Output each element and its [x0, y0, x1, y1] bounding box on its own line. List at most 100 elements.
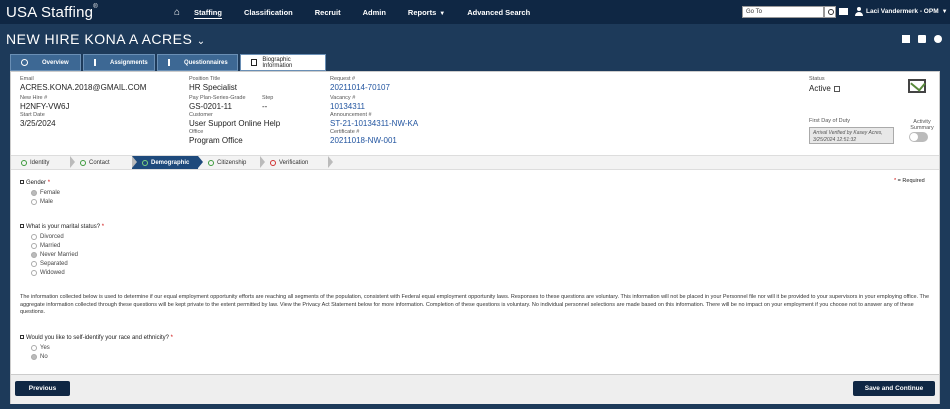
nav-recruit[interactable]: Recruit — [315, 8, 341, 17]
radio-button[interactable] — [31, 354, 37, 360]
form-footer: Previous Save and Continue — [11, 374, 939, 404]
nav-reports[interactable]: Reports ▼ — [408, 8, 445, 17]
list-icon — [94, 59, 96, 66]
briefcase-icon[interactable] — [902, 35, 910, 43]
lock-icon — [20, 224, 24, 229]
record-tabs: Overview Assignments Questionnaires Biog… — [10, 54, 326, 71]
new-hire-number-label: New Hire # — [20, 95, 48, 101]
goto-input[interactable]: Go To — [742, 6, 824, 18]
help-icon[interactable] — [934, 35, 942, 43]
globe-icon — [21, 59, 28, 66]
first-day-of-duty-label: First Day of Duty — [809, 118, 850, 124]
step-verification[interactable]: Verification — [260, 156, 333, 169]
marital-status-question: What is your marital status? * — [20, 224, 104, 230]
radio-button[interactable] — [31, 243, 37, 249]
vacancy-link[interactable]: 10134311 — [330, 102, 365, 111]
email-label: Email — [20, 76, 34, 82]
request-link[interactable]: 20211014-70107 — [330, 83, 390, 92]
edit-icon — [251, 59, 258, 66]
radio-button[interactable] — [31, 270, 37, 276]
step-citizenship[interactable]: Citizenship — [198, 156, 265, 169]
status-value: Active — [809, 84, 840, 93]
race-option-yes[interactable]: Yes — [31, 345, 50, 351]
nav-classification[interactable]: Classification — [244, 8, 293, 17]
gender-option-male[interactable]: Male — [31, 199, 53, 205]
step-contact[interactable]: Contact — [70, 156, 137, 169]
position-title-label: Position Title — [189, 76, 221, 82]
mail-icon[interactable] — [839, 8, 848, 15]
new-hire-summary: Email ACRES.KONA.2018@GMAIL.COM New Hire… — [11, 72, 939, 152]
tab-questionnaires[interactable]: Questionnaires — [157, 54, 238, 71]
announcement-link[interactable]: ST-21-10134311-NW-KA — [330, 119, 418, 128]
marital-option-divorced[interactable]: Divorced — [31, 234, 64, 240]
edit-icon[interactable] — [833, 85, 840, 92]
customer-label: Customer — [189, 112, 213, 118]
step-label: Step — [262, 95, 274, 101]
chevron-down-icon: ▼ — [941, 9, 948, 15]
title-toolbar — [902, 35, 942, 43]
marital-option-married[interactable]: Married — [31, 243, 60, 249]
pay-plan-value: GS-0201-11 — [189, 102, 232, 111]
top-nav: USA Staffing® ⌂ Staffing Classification … — [0, 0, 950, 24]
home-icon[interactable]: ⌂ — [174, 7, 180, 18]
nav-links: Staffing Classification Recruit Admin Re… — [194, 8, 552, 17]
main-panel: Email ACRES.KONA.2018@GMAIL.COM New Hire… — [10, 71, 940, 404]
tab-overview[interactable]: Overview — [10, 54, 81, 71]
status-label: Status — [809, 76, 825, 82]
customer-value: User Support Online Help — [189, 119, 281, 128]
eeo-disclaimer: The information collected below is used … — [20, 294, 930, 315]
check-circle-icon — [80, 159, 86, 166]
position-title-value: HR Specialist — [189, 83, 238, 92]
warning-circle-icon — [270, 159, 276, 166]
previous-button[interactable]: Previous — [15, 381, 70, 396]
activity-summary-label: Activity Summary — [910, 119, 934, 131]
radio-button[interactable] — [31, 345, 37, 351]
tab-biographic-information[interactable]: Biographic Information — [240, 54, 326, 71]
search-icon[interactable] — [824, 6, 836, 18]
nav-advanced-search[interactable]: Advanced Search — [467, 8, 530, 17]
chat-icon[interactable] — [918, 35, 926, 43]
nav-staffing[interactable]: Staffing — [194, 8, 222, 17]
activity-summary-toggle[interactable] — [909, 132, 928, 142]
tab-assignments[interactable]: Assignments — [83, 54, 155, 71]
brand-logo[interactable]: USA Staffing® — [0, 4, 168, 21]
step-value: -- — [262, 102, 268, 111]
office-value: Program Office — [189, 136, 243, 145]
gender-question: Gender * — [20, 180, 50, 186]
certificate-link[interactable]: 20211018-NW-001 — [330, 136, 397, 145]
check-circle-icon — [21, 159, 27, 166]
radio-button[interactable] — [31, 234, 37, 240]
start-date-value: 3/25/2024 — [20, 119, 56, 128]
certificate-label: Certificate # — [330, 129, 360, 135]
check-circle-icon — [142, 159, 148, 166]
announcement-label: Announcement # — [330, 112, 372, 118]
marital-option-never-married[interactable]: Never Married — [31, 252, 78, 258]
request-label: Request # — [330, 76, 356, 82]
chevron-down-icon: ⌄ — [196, 36, 206, 47]
required-note: * = Required — [894, 178, 925, 184]
page-title[interactable]: NEW HIRE KONA A ACRES ⌄ — [6, 31, 206, 47]
gender-option-female[interactable]: Female — [31, 190, 60, 196]
step-identity[interactable]: Identity — [11, 156, 75, 169]
nav-admin[interactable]: Admin — [363, 8, 386, 17]
radio-button[interactable] — [31, 261, 37, 267]
vacancy-label: Vacancy # — [330, 95, 356, 101]
save-and-continue-button[interactable]: Save and Continue — [853, 381, 935, 396]
radio-button[interactable] — [31, 190, 37, 196]
start-date-label: Start Date — [20, 112, 45, 118]
race-ethnicity-question: Would you like to self-identify your rac… — [20, 335, 173, 341]
marital-option-separated[interactable]: Separated — [31, 261, 68, 267]
envelope-check-icon — [908, 79, 926, 93]
lock-icon — [20, 335, 24, 340]
user-menu[interactable]: Laci Vandermerk - OPM ▼ — [866, 8, 948, 15]
step-progress: Identity Contact Demographic Citizenship… — [11, 155, 939, 170]
new-hire-number-value: H2NFY-VW6J — [20, 102, 70, 111]
race-option-no[interactable]: No — [31, 354, 48, 360]
marital-option-widowed[interactable]: Widowed — [31, 270, 65, 276]
step-demographic[interactable]: Demographic — [132, 156, 203, 169]
first-day-of-duty-field[interactable]: Arrival Verified by Kasey Acres, 3/25/20… — [809, 127, 894, 144]
radio-button[interactable] — [31, 199, 37, 205]
radio-button[interactable] — [31, 252, 37, 258]
lock-icon — [20, 180, 24, 185]
title-bar: NEW HIRE KONA A ACRES ⌄ — [0, 24, 950, 54]
